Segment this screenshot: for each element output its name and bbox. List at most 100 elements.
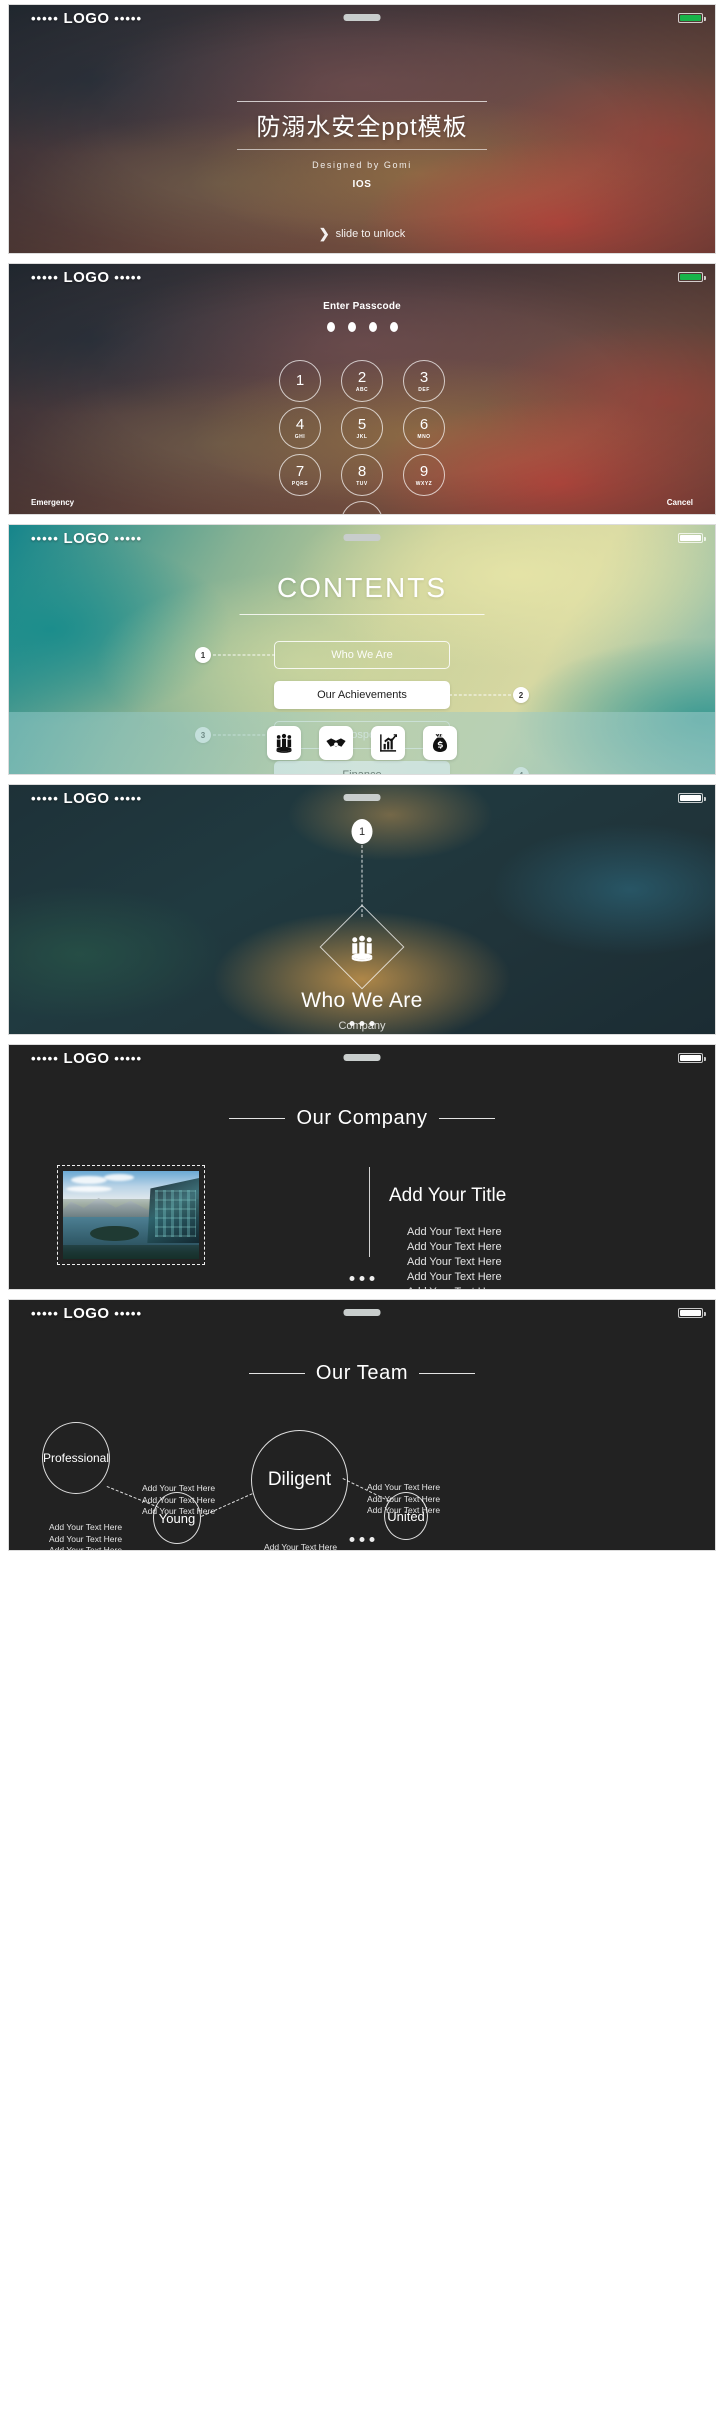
content-body: Add Your Text Here Add Your Text Here Ad… xyxy=(407,1225,502,1289)
key-letters: PQRS xyxy=(291,480,309,487)
page-title: Our Company xyxy=(296,1107,428,1129)
team-note-united: Add Your Text Here Add Your Text Here Ad… xyxy=(367,1482,440,1517)
passcode-dot xyxy=(326,322,335,332)
people-group-icon xyxy=(344,933,380,963)
team-circle-professional[interactable]: Professional xyxy=(42,1422,110,1494)
title-block: 防溺水安全ppt模板 Designed by Gomi IOS xyxy=(237,101,487,190)
connector-dash xyxy=(449,775,511,776)
page-title: 防溺水安全ppt模板 xyxy=(256,114,468,141)
note-line: Add Your Text Here xyxy=(367,1505,441,1515)
content-line: Add Your Text Here xyxy=(407,1256,502,1268)
logo-dots-left: ••••• xyxy=(31,1306,59,1321)
content-line: Add Your Text Here xyxy=(407,1226,502,1238)
note-line: Add Your Text Here xyxy=(367,1493,441,1504)
lake-and-mountain-photo xyxy=(63,1171,199,1259)
note-line: Add Your Text Here xyxy=(49,1545,123,1551)
keypad-key-7[interactable]: 7 PQRS xyxy=(279,454,321,496)
passcode-dot xyxy=(368,322,377,332)
page-dot xyxy=(369,1537,375,1542)
keypad-key-5[interactable]: 5 JKL xyxy=(341,407,383,449)
logo-label: LOGO xyxy=(63,790,110,807)
icon-band xyxy=(9,712,715,774)
emergency-button[interactable]: Emergency xyxy=(31,498,74,507)
photo-placeholder-frame[interactable] xyxy=(57,1165,205,1265)
status-bar: ••••• LOGO ••••• xyxy=(9,5,715,31)
chevron-right-icon: ❯ xyxy=(318,226,330,241)
contents-badge-2: 2 xyxy=(513,687,529,703)
key-number: 5 xyxy=(357,415,367,433)
logo-dots-right: ••••• xyxy=(114,1306,143,1321)
contents-item-who-we-are[interactable]: Who We Are xyxy=(274,641,450,669)
keypad-key-4[interactable]: 4 GHI xyxy=(279,407,321,449)
title-rule-bottom xyxy=(237,149,487,150)
note-line: Add Your Text Here xyxy=(142,1494,216,1505)
logo-label: LOGO xyxy=(63,1305,110,1322)
handshake-icon[interactable] xyxy=(319,726,353,760)
status-bar: ••••• LOGO ••••• xyxy=(9,1300,715,1326)
team-circle-diligent[interactable]: Diligent xyxy=(251,1430,348,1530)
logo-dots-left: ••••• xyxy=(31,1051,59,1066)
keypad-key-2[interactable]: 2 ABC xyxy=(341,360,383,402)
page-dot xyxy=(349,1537,355,1542)
logo-label: LOGO xyxy=(63,1050,110,1067)
people-group-icon[interactable] xyxy=(267,726,301,760)
header-rule-right xyxy=(438,1118,495,1119)
battery-icon xyxy=(678,13,706,23)
slide-our-team: ••••• LOGO ••••• Our Team Professional Y… xyxy=(8,1299,716,1551)
page-indicator[interactable] xyxy=(349,1537,375,1542)
key-number: 7 xyxy=(295,462,305,480)
note-line: Add Your Text Here xyxy=(49,1522,123,1532)
page-dot xyxy=(369,1021,375,1026)
keypad-key-1[interactable]: 1 xyxy=(279,360,321,402)
designed-by: Designed by Gomi xyxy=(312,160,412,170)
passcode-footer: Emergency Cancel xyxy=(9,498,715,507)
page-indicator[interactable] xyxy=(349,1276,375,1281)
vertical-divider xyxy=(369,1167,370,1257)
keypad-key-8[interactable]: 8 TUV xyxy=(341,454,383,496)
header-rule-left xyxy=(229,1118,286,1119)
status-bar: ••••• LOGO ••••• xyxy=(9,785,715,811)
logo-mark: ••••• LOGO ••••• xyxy=(31,10,142,27)
slide-to-unlock[interactable]: ❯ slide to unlock xyxy=(319,226,406,242)
bar-chart-growth-icon[interactable] xyxy=(371,726,405,760)
logo-dots-right: ••••• xyxy=(114,270,143,285)
keypad-key-6[interactable]: 6 MNO xyxy=(403,407,445,449)
logo-label: LOGO xyxy=(63,269,110,286)
passcode-dots xyxy=(9,322,715,332)
logo-dots-right: ••••• xyxy=(114,11,143,26)
keypad-key-3[interactable]: 3 DEF xyxy=(403,360,445,402)
platform-label: IOS xyxy=(352,179,372,190)
cancel-button[interactable]: Cancel xyxy=(667,498,693,507)
key-number: 1 xyxy=(295,371,305,389)
money-bag-icon[interactable] xyxy=(423,726,457,760)
keypad-key-9[interactable]: 9 WXYZ xyxy=(403,454,445,496)
connector-dash xyxy=(213,654,275,656)
logo-mark: ••••• LOGO ••••• xyxy=(31,1305,142,1322)
title-underline xyxy=(239,614,485,615)
logo-label: LOGO xyxy=(63,530,110,547)
key-letters: ABC xyxy=(355,386,369,393)
logo-label: LOGO xyxy=(63,10,110,27)
notch-speaker xyxy=(343,794,381,801)
section-number-badge: 1 xyxy=(351,819,373,844)
page-indicator[interactable] xyxy=(349,1021,375,1026)
content-title[interactable]: Add Your Title xyxy=(389,1185,506,1207)
logo-dots-right: ••••• xyxy=(114,531,143,546)
key-letters: JKL xyxy=(356,433,368,440)
key-number: 6 xyxy=(419,415,429,433)
contents-badge-1: 1 xyxy=(195,647,211,663)
status-bar: ••••• LOGO ••••• xyxy=(9,1045,715,1071)
key-number: 3 xyxy=(419,368,429,386)
logo-mark: ••••• LOGO ••••• xyxy=(31,1050,142,1067)
battery-icon xyxy=(678,1053,706,1063)
status-bar: ••••• LOGO ••••• xyxy=(9,525,715,551)
logo-mark: ••••• LOGO ••••• xyxy=(31,790,142,807)
passcode-keypad[interactable]: 1 2 ABC 3 DEF 4 GHI 5 JKL 6 MNO 7 PQRS 8 xyxy=(279,360,445,514)
battery-icon xyxy=(678,793,706,803)
team-note-young: Add Your Text Here Add Your Text Here Ad… xyxy=(142,1483,215,1518)
battery-icon xyxy=(678,533,706,543)
page-dot xyxy=(349,1276,355,1281)
team-diagram: Professional Young Diligent United Add Y… xyxy=(9,1300,715,1550)
key-letters: WXYZ xyxy=(415,480,433,487)
contents-item-our-achievements[interactable]: Our Achievements xyxy=(274,681,450,709)
